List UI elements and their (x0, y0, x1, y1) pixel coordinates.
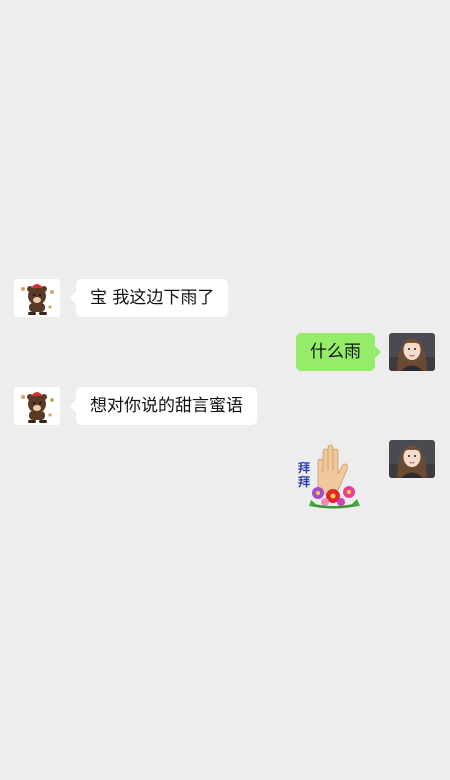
bear-avatar-icon[interactable] (14, 387, 60, 425)
bear-avatar-icon[interactable] (14, 279, 60, 317)
chat-screen: { "messages": [ {"sender": "other", "ava… (0, 0, 450, 780)
message-bubble-received[interactable]: 宝 我这边下雨了 (69, 279, 229, 317)
flower-icon (309, 486, 360, 509)
girl-avatar-icon[interactable] (389, 440, 435, 478)
message-bubble-received[interactable]: 想对你说的甜言蜜语 (70, 387, 257, 425)
waving-hand-flowers-sticker[interactable]: 拜 拜 (283, 440, 383, 512)
message-bubble-sent[interactable]: 什么雨 (296, 333, 381, 371)
girl-avatar-icon[interactable] (389, 333, 435, 371)
sticker-text: 拜 拜 (297, 461, 310, 489)
